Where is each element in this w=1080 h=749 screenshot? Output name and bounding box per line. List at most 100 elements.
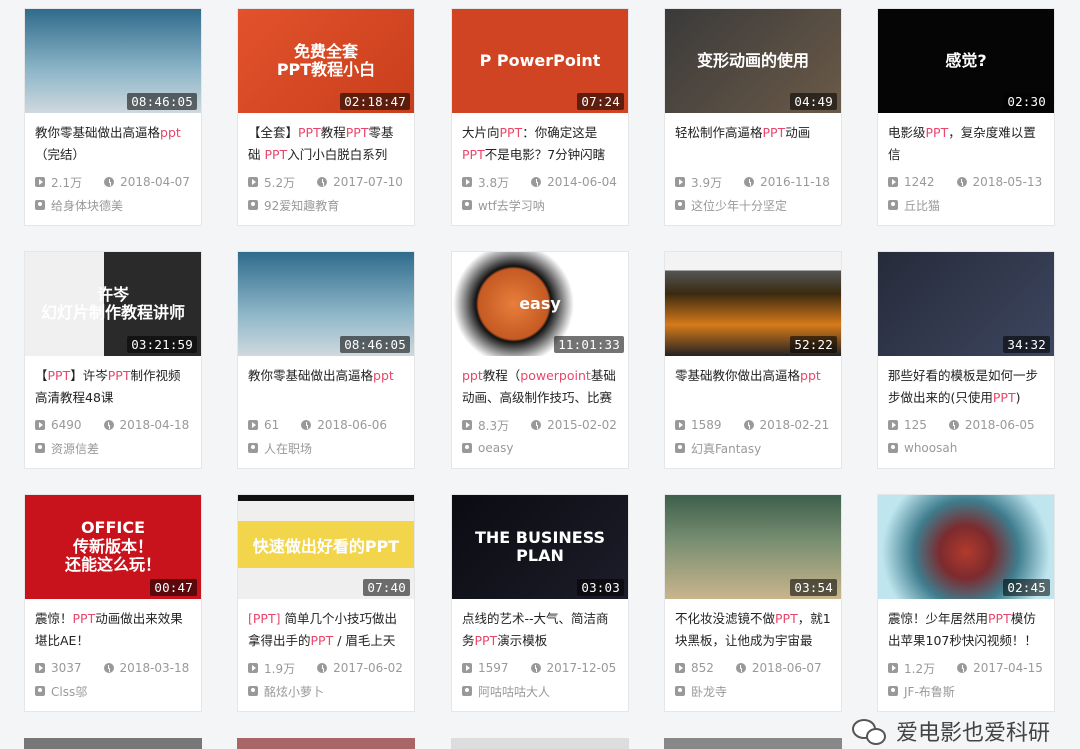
video-thumbnail[interactable]: 08:46:05 (25, 9, 201, 113)
video-title[interactable]: 教你零基础做出高逼格ppt (248, 365, 404, 409)
video-thumbnail[interactable]: 变形动画的使用 04:49 (665, 9, 841, 113)
video-thumbnail[interactable]: 34:32 (878, 252, 1054, 356)
uploader-name[interactable]: 资源信差 (51, 440, 99, 457)
video-title[interactable]: 那些好看的模板是如何一步步做出来的(只使用PPT) (888, 365, 1044, 409)
next-row-thumbnail[interactable] (451, 738, 629, 749)
title-keyword-highlight: PPT (47, 368, 71, 383)
video-card[interactable]: OFFICE 传新版本！ 还能这么玩！ 00:47 震惊！PPT动画做出来效果堪比A… (24, 494, 202, 712)
video-title[interactable]: 【全套】PPT教程PPT零基础 PPT入门小白脱白系列 (248, 122, 404, 166)
video-thumbnail[interactable]: easy 11:01:33 (452, 252, 628, 356)
uploader[interactable]: wtf去学习呐 (462, 195, 618, 215)
video-thumbnail[interactable]: 52:22 (665, 252, 841, 356)
video-title[interactable]: ppt教程（powerpoint基础动画、高级制作技巧、比赛作 (462, 365, 618, 409)
uploader[interactable]: 92爱知趣教育 (248, 195, 404, 215)
video-thumbnail[interactable]: 快速做出好看的PPT 07:40 (238, 495, 414, 599)
uploader-name[interactable]: Clss邬 (51, 683, 87, 700)
video-card[interactable]: 03:54 不化妆没滤镜不做PPT，就1块黑板，让他成为宇宙最 852 2018-06… (664, 494, 842, 712)
view-count: 1589 (675, 418, 722, 432)
video-title[interactable]: 零基础教你做出高逼格ppt (675, 365, 831, 409)
video-title[interactable]: 教你零基础做出高逼格ppt （完结） (35, 122, 191, 166)
video-thumbnail[interactable]: 感觉? 02:30 (878, 9, 1054, 113)
video-thumbnail[interactable]: P PowerPoint 07:24 (452, 9, 628, 113)
video-thumbnail[interactable]: 03:54 (665, 495, 841, 599)
video-card[interactable]: 免费全套 PPT教程小白 02:18:47 【全套】PPT教程PPT零基础 PPT入… (237, 8, 415, 226)
thumbnail-caption: 感觉? (945, 50, 987, 70)
upload-date: 2018-06-07 (735, 661, 822, 675)
play-icon (35, 177, 45, 187)
uploader-name[interactable]: 92爱知趣教育 (264, 197, 339, 214)
uploader[interactable]: whoosah (888, 438, 1044, 458)
video-card[interactable]: 感觉? 02:30 电影级PPT，复杂度难以置信 1242 2018-05-13 丘比猫 (877, 8, 1055, 226)
video-card[interactable]: THE BUSINESS PLAN 03:03 点线的艺术--大气、简洁商务PPT演… (451, 494, 629, 712)
next-row-thumbnail[interactable] (24, 738, 202, 749)
uploader[interactable]: 丘比猫 (888, 195, 1044, 215)
uploader-name[interactable]: JF-布鲁斯 (904, 683, 955, 700)
video-title[interactable]: 不化妆没滤镜不做PPT，就1块黑板，让他成为宇宙最 (675, 608, 831, 652)
uploader-name[interactable]: 酩炫小萝卜 (264, 683, 324, 700)
uploader[interactable]: 阿咕咕咕大人 (462, 681, 618, 701)
uploader[interactable]: oeasy (462, 438, 618, 458)
uploader[interactable]: 幻真Fantasy (675, 438, 831, 458)
video-card[interactable]: 02:45 震惊！少年居然用PPT模仿出苹果107秒快闪视频！！ 1.2万 2017-… (877, 494, 1055, 712)
video-card[interactable]: P PowerPoint 07:24 大片向PPT：你确定这是PPT不是电影？7分钟… (451, 8, 629, 226)
title-keyword-highlight: PPT (499, 125, 523, 140)
video-title[interactable]: 【PPT】许岑PPT制作视频高清教程48课 (35, 365, 191, 409)
uploader[interactable]: 人在职场 (248, 438, 404, 458)
video-duration: 00:47 (150, 579, 197, 596)
play-icon (35, 663, 45, 673)
video-thumbnail[interactable]: THE BUSINESS PLAN 03:03 (452, 495, 628, 599)
video-thumbnail[interactable]: 免费全套 PPT教程小白 02:18:47 (238, 9, 414, 113)
view-count: 61 (248, 418, 279, 432)
uploader[interactable]: 酩炫小萝卜 (248, 681, 404, 701)
video-title[interactable]: 点线的艺术--大气、简洁商务PPT演示模板 (462, 608, 618, 652)
uploader[interactable]: 卧龙寺 (675, 681, 831, 701)
next-row-thumbnail[interactable] (237, 738, 415, 749)
user-icon (248, 686, 258, 696)
video-card[interactable]: 34:32 那些好看的模板是如何一步步做出来的(只使用PPT) 125 2018-06… (877, 251, 1055, 469)
upload-date-value: 2015-02-02 (547, 418, 617, 432)
video-title[interactable]: 震惊！PPT动画做出来效果堪比AE！ (35, 608, 191, 652)
uploader-name[interactable]: wtf去学习呐 (478, 197, 545, 214)
uploader[interactable]: 这位少年十分坚定 (675, 195, 831, 215)
uploader-name[interactable]: whoosah (904, 441, 957, 455)
video-title[interactable]: 震惊！少年居然用PPT模仿出苹果107秒快闪视频！！ (888, 608, 1044, 652)
upload-date: 2018-06-06 (301, 418, 387, 432)
video-title[interactable]: [PPT] 简单几个小技巧做出拿得出手的PPT / 眉毛上天 (248, 608, 404, 652)
next-row-thumbnail[interactable] (664, 738, 842, 749)
clock-icon (735, 663, 746, 673)
video-card[interactable]: 08:46:05 教你零基础做出高逼格ppt （完结） 2.1万 2018-04-07 给… (24, 8, 202, 226)
uploader-name[interactable]: 卧龙寺 (691, 683, 727, 700)
uploader-name[interactable]: 这位少年十分坚定 (691, 197, 787, 214)
user-icon (888, 200, 898, 210)
uploader-name[interactable]: 幻真Fantasy (691, 440, 761, 457)
play-icon (248, 420, 258, 430)
video-thumbnail[interactable]: 许岑 幻灯片制作教程讲师 03:21:59 (25, 252, 201, 356)
video-card[interactable]: 变形动画的使用 04:49 轻松制作高逼格PPT动画 3.9万 2016-11-18 这位… (664, 8, 842, 226)
video-card[interactable]: 52:22 零基础教你做出高逼格ppt 1589 2018-02-21 幻真Fantas… (664, 251, 842, 469)
video-title[interactable]: 轻松制作高逼格PPT动画 (675, 122, 831, 166)
view-count-value: 125 (904, 418, 927, 432)
uploader-name[interactable]: 人在职场 (264, 440, 312, 457)
uploader[interactable]: Clss邬 (35, 681, 191, 701)
video-thumbnail[interactable]: 08:46:05 (238, 252, 414, 356)
clock-icon (301, 420, 312, 430)
uploader[interactable]: 资源信差 (35, 438, 191, 458)
uploader-name[interactable]: 阿咕咕咕大人 (478, 683, 550, 700)
uploader-name[interactable]: oeasy (478, 441, 513, 455)
video-thumbnail[interactable]: OFFICE 传新版本！ 还能这么玩！ 00:47 (25, 495, 201, 599)
video-title[interactable]: 电影级PPT，复杂度难以置信 (888, 122, 1044, 166)
video-card[interactable]: 许岑 幻灯片制作教程讲师 03:21:59 【PPT】许岑PPT制作视频高清教程48… (24, 251, 202, 469)
title-segment: 轻松制作高逼格 (675, 125, 763, 140)
title-keyword-highlight: ppt (462, 368, 483, 383)
uploader-name[interactable]: 给身体块德美 (51, 197, 123, 214)
video-title[interactable]: 大片向PPT：你确定这是PPT不是电影？7分钟闪瞎 (462, 122, 618, 166)
video-card[interactable]: 08:46:05 教你零基础做出高逼格ppt 61 2018-06-06 人在职场 (237, 251, 415, 469)
view-count-value: 5.2万 (264, 175, 296, 190)
clock-icon (530, 663, 541, 673)
video-card[interactable]: easy 11:01:33 ppt教程（powerpoint基础动画、高级制作技巧、… (451, 251, 629, 469)
uploader[interactable]: 给身体块德美 (35, 195, 191, 215)
video-card[interactable]: 快速做出好看的PPT 07:40 [PPT] 简单几个小技巧做出拿得出手的PPT /… (237, 494, 415, 712)
uploader-name[interactable]: 丘比猫 (904, 197, 940, 214)
video-thumbnail[interactable]: 02:45 (878, 495, 1054, 599)
uploader[interactable]: JF-布鲁斯 (888, 681, 1044, 701)
